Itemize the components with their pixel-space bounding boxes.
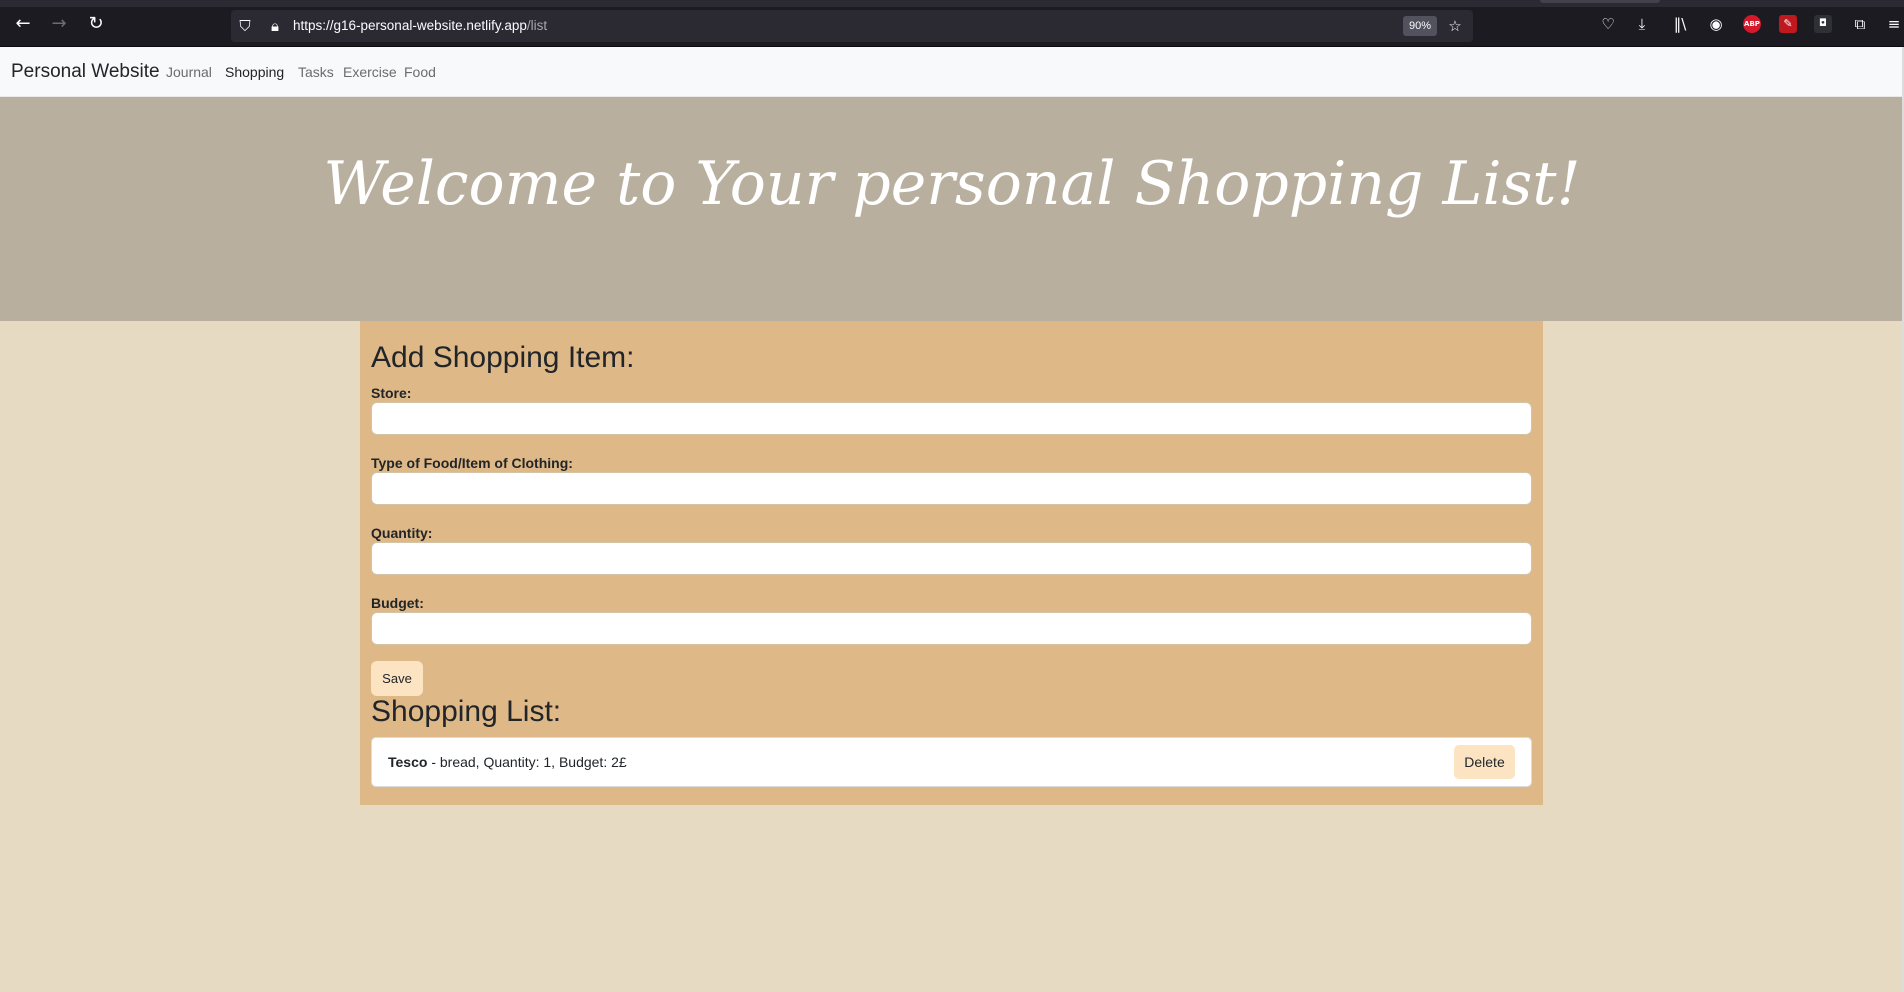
- extension-red-icon[interactable]: ✎: [1779, 15, 1797, 33]
- hamburger-menu-icon[interactable]: ≡: [1883, 13, 1904, 35]
- item-type-label: Type of Food/Item of Clothing:: [371, 455, 573, 471]
- budget-input[interactable]: [371, 612, 1532, 645]
- nav-link-food[interactable]: Food: [404, 47, 436, 97]
- site-navbar: Personal Website Journal Shopping Tasks …: [0, 47, 1904, 97]
- browser-toolbar: ← → ↻ ⛉ 🔒︎ https://g16-personal-website.…: [0, 0, 1904, 47]
- navbar-brand[interactable]: Personal Website: [11, 47, 160, 97]
- nav-link-shopping[interactable]: Shopping: [225, 47, 284, 97]
- shopping-panel: Add Shopping Item: Store: Type of Food/I…: [360, 321, 1543, 805]
- back-icon[interactable]: ←: [11, 12, 35, 36]
- list-item-text: Tesco - bread, Quantity: 1, Budget: 2£: [388, 738, 627, 786]
- puzzle-icon[interactable]: ⧉: [1849, 13, 1871, 35]
- url-text[interactable]: https://g16-personal-website.netlify.app…: [293, 10, 547, 42]
- shopping-list-title: Shopping List:: [371, 695, 562, 728]
- nav-link-tasks[interactable]: Tasks: [298, 47, 334, 97]
- nav-link-exercise[interactable]: Exercise: [343, 47, 397, 97]
- delete-button[interactable]: Delete: [1454, 745, 1515, 779]
- url-path: /list: [526, 18, 548, 33]
- list-item-store: Tesco: [388, 754, 428, 770]
- store-input[interactable]: [371, 402, 1532, 435]
- list-item-details: - bread, Quantity: 1, Budget: 2£: [427, 754, 627, 770]
- star-icon[interactable]: ☆: [1445, 16, 1465, 36]
- forward-icon[interactable]: →: [47, 12, 71, 36]
- budget-label: Budget:: [371, 595, 424, 611]
- item-type-input[interactable]: [371, 472, 1532, 505]
- zoom-level-badge[interactable]: 90%: [1403, 16, 1437, 36]
- extension-dark-icon[interactable]: ◘: [1814, 15, 1832, 33]
- store-label: Store:: [371, 385, 412, 401]
- pocket-icon[interactable]: ♡: [1597, 13, 1619, 35]
- quantity-input[interactable]: [371, 542, 1532, 575]
- reload-icon[interactable]: ↻: [84, 12, 108, 36]
- save-button[interactable]: Save: [371, 661, 423, 696]
- nav-link-journal[interactable]: Journal: [166, 47, 212, 97]
- hero-title: Welcome to Your personal Shopping List!: [323, 149, 1581, 219]
- url-host: https://g16-personal-website.netlify.app: [293, 18, 527, 33]
- add-item-title: Add Shopping Item:: [371, 341, 635, 374]
- lock-icon[interactable]: 🔒︎: [265, 16, 285, 36]
- quantity-label: Quantity:: [371, 525, 433, 541]
- library-icon[interactable]: ‖\: [1669, 13, 1691, 35]
- list-item: Tesco - bread, Quantity: 1, Budget: 2£ D…: [371, 737, 1532, 787]
- account-icon[interactable]: ◉: [1705, 13, 1727, 35]
- download-icon[interactable]: ⤓: [1631, 13, 1653, 35]
- tab-strip: [0, 0, 1904, 7]
- url-bar[interactable]: ⛉ 🔒︎ https://g16-personal-website.netlif…: [231, 10, 1473, 42]
- tab-edge: [1540, 0, 1660, 3]
- adblock-icon[interactable]: ABP: [1743, 15, 1761, 33]
- shield-icon[interactable]: ⛉: [235, 16, 255, 36]
- hero-banner: Welcome to Your personal Shopping List!: [0, 97, 1904, 321]
